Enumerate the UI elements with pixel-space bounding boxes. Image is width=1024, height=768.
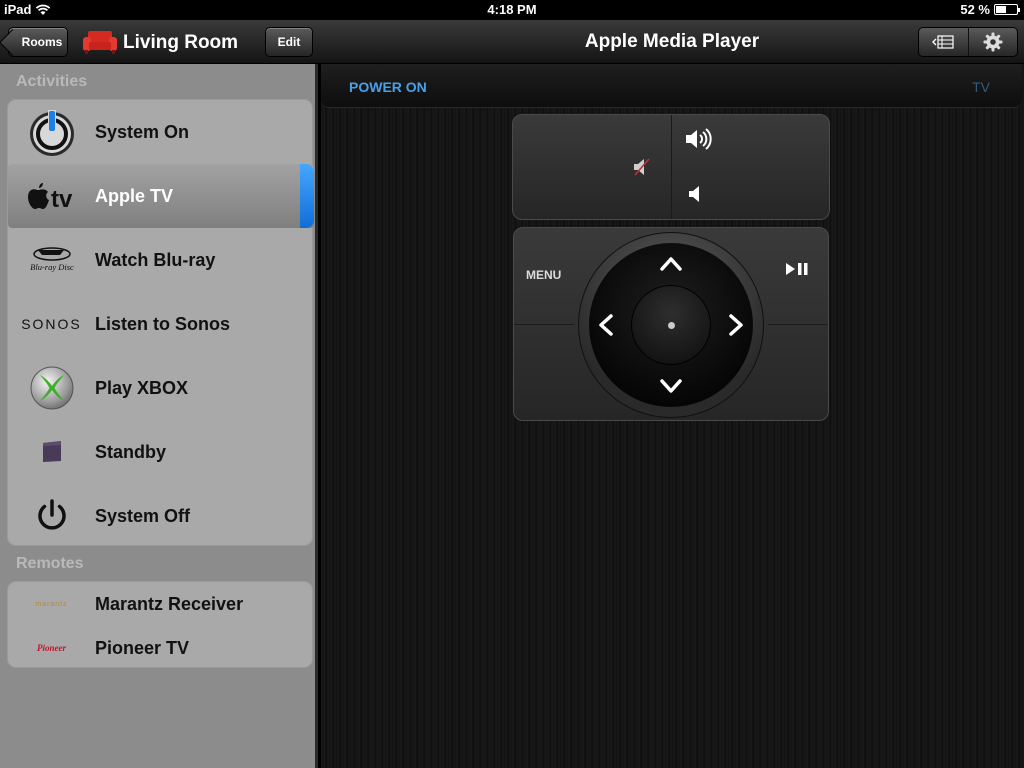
battery-percent: 52 % — [960, 2, 990, 17]
status-bar: iPad 4:18 PM 52 % — [0, 0, 1024, 20]
activity-label: Standby — [95, 441, 167, 462]
panel-divider-right — [768, 324, 828, 325]
nav-bar: Rooms Living Room Edit Apple Media Playe… — [0, 20, 1024, 64]
activity-icon-wrap — [8, 484, 95, 548]
volume-down-button[interactable] — [672, 167, 830, 219]
rooms-button-label: Rooms — [21, 35, 63, 49]
activity-icon-wrap: Blu-ray Disc — [8, 228, 95, 292]
remote-icon-wrap: Pioneer — [8, 626, 95, 670]
volume-up-icon — [686, 128, 712, 150]
svg-text:Blu-ray Disc: Blu-ray Disc — [30, 262, 74, 272]
sonos-icon: SONOS — [21, 316, 82, 332]
activity-info-bar: POWER ON TV — [321, 64, 1022, 108]
rooms-back-button[interactable]: Rooms — [8, 27, 68, 57]
remote-control-area: POWER ON TV MENU — [321, 64, 1024, 768]
down-arrow-icon[interactable] — [659, 377, 683, 395]
activity-system-off[interactable]: System Off — [8, 484, 314, 548]
remote-label: Marantz Receiver — [95, 593, 244, 614]
activity-label: System On — [95, 121, 190, 142]
xbox-icon — [30, 366, 73, 410]
select-button[interactable] — [631, 285, 711, 365]
dpad-inner — [589, 243, 753, 407]
tv-input-label[interactable]: TV — [972, 79, 990, 95]
remote-marantz-receiver[interactable]: marantz Marantz Receiver — [8, 582, 314, 626]
marantz-logo-icon: marantz — [35, 600, 68, 608]
activity-icon-wrap: SONOS — [8, 292, 95, 356]
activity-label: Play XBOX — [95, 377, 189, 398]
activity-play-xbox[interactable]: Play XBOX — [8, 356, 314, 420]
remote-label: Pioneer TV — [95, 637, 190, 658]
volume-down-icon — [689, 186, 699, 202]
volume-panel — [512, 114, 830, 220]
status-right: 52 % — [960, 2, 1020, 17]
activity-label: Watch Blu-ray — [95, 249, 216, 270]
clock: 4:18 PM — [487, 2, 537, 17]
remote-icon-wrap: marantz — [8, 582, 95, 626]
activity-label: Listen to Sonos — [95, 313, 230, 334]
toolbar-button-group — [918, 27, 1018, 57]
mute-icon — [634, 158, 650, 176]
bluray-icon: Blu-ray Disc — [30, 247, 74, 272]
activity-label: System Off — [95, 505, 191, 526]
activity-icon-wrap — [8, 420, 95, 484]
activity-standby[interactable]: Standby — [8, 420, 314, 484]
edit-button[interactable]: Edit — [265, 27, 313, 57]
activity-icon-wrap: tv — [8, 164, 95, 228]
svg-text:tv: tv — [51, 186, 73, 211]
remotes-list: marantz Marantz Receiver Pioneer Pioneer… — [7, 581, 313, 668]
pioneer-logo-icon: Pioneer — [37, 643, 66, 653]
play-pause-icon[interactable] — [784, 262, 810, 276]
remote-pioneer-tv[interactable]: Pioneer Pioneer TV — [8, 626, 314, 670]
left-arrow-icon[interactable] — [597, 313, 615, 337]
power-on-icon — [29, 110, 74, 156]
remotes-header: Remotes — [16, 555, 84, 572]
activity-label: Apple TV — [95, 185, 174, 206]
menu-button[interactable]: MENU — [526, 268, 561, 282]
activity-icon-wrap — [8, 100, 95, 164]
activity-listen-sonos[interactable]: SONOS Listen to Sonos — [8, 292, 314, 356]
gear-icon — [983, 32, 1003, 52]
battery-fill — [996, 6, 1007, 13]
activity-watch-bluray[interactable]: Blu-ray Disc Watch Blu-ray — [8, 228, 314, 292]
volume-up-button[interactable] — [672, 115, 830, 167]
settings-button[interactable] — [967, 28, 1018, 56]
panel-divider-left — [514, 324, 574, 325]
up-arrow-icon[interactable] — [659, 255, 683, 273]
right-arrow-icon[interactable] — [727, 313, 745, 337]
activities-header: Activities — [16, 73, 88, 90]
apple-tv-icon: tv — [27, 183, 73, 211]
standby-icon — [42, 441, 61, 462]
navigation-panel: MENU — [513, 227, 829, 421]
sidebar: Activities System On tv Apple TV Blu-ray… — [0, 64, 318, 768]
sofa-icon — [83, 31, 117, 54]
activity-apple-tv[interactable]: tv Apple TV — [8, 164, 314, 228]
room-title: Living Room — [123, 32, 239, 53]
select-dot — [668, 322, 675, 329]
activities-list: System On tv Apple TV Blu-ray Disc Watch… — [7, 99, 314, 548]
list-view-icon — [932, 35, 954, 49]
activity-system-on[interactable]: System On — [8, 100, 314, 164]
power-on-button[interactable]: POWER ON — [349, 79, 427, 95]
mute-button[interactable] — [513, 115, 671, 219]
list-view-button[interactable] — [919, 28, 968, 56]
power-off-icon — [37, 499, 66, 530]
dpad-ring — [578, 232, 764, 418]
battery-icon — [994, 4, 1020, 15]
activity-icon-wrap — [8, 356, 95, 420]
